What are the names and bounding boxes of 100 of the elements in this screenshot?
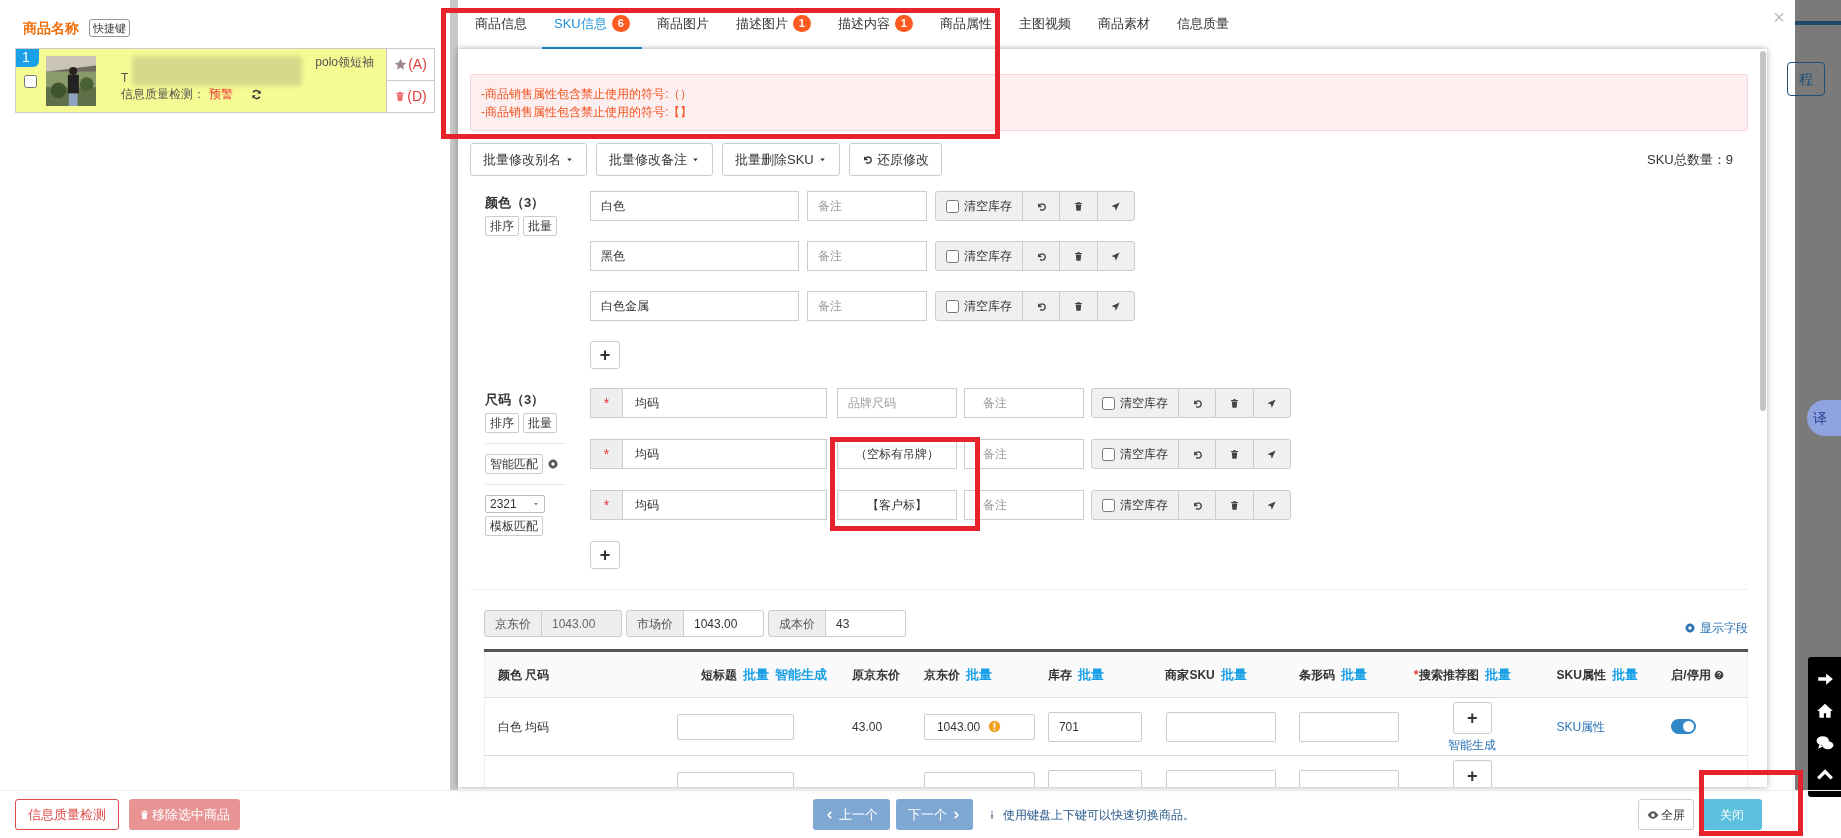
tab[interactable]: 商品信息	[463, 0, 539, 49]
checkbox[interactable]	[1102, 447, 1115, 461]
sku-attribute-link[interactable]: SKU属性	[1556, 717, 1606, 736]
add-image-button[interactable]: +	[1452, 702, 1492, 734]
checkbox-label[interactable]: 清空库存	[1120, 445, 1168, 463]
merchant-sku-field[interactable]	[1165, 711, 1276, 742]
trash-icon	[1229, 499, 1240, 511]
add-image-button[interactable]: +	[1452, 760, 1492, 787]
sort-button[interactable]: 排序	[485, 413, 519, 433]
tab[interactable]: 描述图片 1	[723, 0, 823, 49]
tab[interactable]: 信息质量	[1164, 0, 1241, 49]
toolbar-button[interactable]: 还原修改	[848, 143, 942, 176]
brand-size-field[interactable]: 【客户标】	[837, 490, 957, 520]
column-header: 商家SKU 批量	[1152, 664, 1287, 685]
tab[interactable]: 商品图片	[644, 0, 721, 49]
sku-count: SKU总数量：9	[1647, 150, 1733, 169]
toolbar-button[interactable]: 批量修改别名	[470, 143, 587, 176]
home-icon[interactable]	[1815, 702, 1834, 720]
tab[interactable]: 主图视频	[1006, 0, 1083, 49]
value-field[interactable]: 白色金属	[590, 291, 799, 321]
checkbox[interactable]	[946, 199, 959, 213]
add-button[interactable]: +	[590, 341, 620, 369]
column-header: 原京东价	[851, 666, 902, 684]
value-field[interactable]: 白色	[590, 191, 799, 221]
alert-message: -商品销售属性包含禁止使用的符号:（）	[481, 86, 694, 103]
caret-icon	[691, 155, 700, 164]
price-label: 京东价	[484, 610, 542, 637]
column-header: *搜索推荐图 批量	[1400, 664, 1544, 685]
price-label: 成本价	[768, 610, 826, 637]
attribute-title: 颜色（3）	[485, 194, 546, 212]
toggle-switch[interactable]	[1671, 719, 1697, 734]
toolbar-button[interactable]: 批量修改备注	[596, 143, 713, 176]
undo-icon	[1035, 200, 1047, 212]
generate-link[interactable]: 智能生成	[1448, 736, 1497, 754]
checkbox-label[interactable]: 清空库存	[964, 197, 1012, 215]
price-field[interactable]: 1043.00	[923, 713, 1035, 740]
note-field[interactable]: 备注	[964, 388, 1084, 418]
delete-button[interactable]: (D)	[387, 80, 434, 112]
price-field[interactable]: 1043.00	[684, 610, 764, 637]
send-icon	[1266, 397, 1278, 409]
checkbox[interactable]	[24, 75, 37, 88]
quality-check-button[interactable]: 信息质量检测	[15, 799, 119, 830]
checkbox-label[interactable]: 清空库存	[1120, 394, 1168, 412]
shortcut-button[interactable]: 快捷键	[89, 19, 130, 37]
stock-field[interactable]: 701	[1047, 711, 1142, 742]
checkbox-label[interactable]: 清空库存	[964, 247, 1012, 265]
note-field[interactable]: 备注	[807, 191, 927, 221]
checkbox[interactable]	[946, 299, 959, 313]
price-label: 市场价	[626, 610, 684, 637]
trash-icon	[1229, 448, 1240, 460]
tab[interactable]: 商品素材	[1085, 0, 1162, 49]
batch-button[interactable]: 批量	[523, 413, 557, 433]
smart-match-button[interactable]: 智能匹配	[485, 454, 543, 474]
product-card[interactable]: 1 polo领短袖 T 信息质量检测： 预警 (A) (D)	[15, 48, 435, 113]
brand-size-field[interactable]: （空标有吊牌）	[837, 439, 957, 469]
price-field[interactable]: 43	[826, 610, 906, 637]
favorite-button[interactable]: (A)	[387, 49, 434, 81]
template-select[interactable]: 2321	[485, 495, 545, 513]
batch-button[interactable]: 批量	[523, 216, 557, 236]
tab[interactable]: 商品属性	[927, 0, 1004, 49]
chat-icon[interactable]	[1815, 734, 1834, 752]
show-fields-link[interactable]: 显示字段	[1684, 619, 1748, 637]
value-field[interactable]: 均码	[623, 490, 827, 520]
eye-icon	[1647, 808, 1659, 821]
warning-icon	[988, 720, 1002, 733]
note-field[interactable]: 备注	[807, 291, 927, 321]
toolbar-button[interactable]: 批量删除SKU	[722, 143, 840, 176]
column-header: SKU属性 批量	[1543, 664, 1659, 685]
short-title-field[interactable]	[676, 713, 794, 740]
required-mark: *	[590, 439, 623, 469]
checkbox-label[interactable]: 清空库存	[1120, 496, 1168, 514]
template-match-button[interactable]: 模板匹配	[485, 516, 543, 536]
send-icon	[1110, 250, 1122, 262]
value-field[interactable]: 黑色	[590, 241, 799, 271]
count-badge: 1	[894, 15, 913, 32]
trash-icon	[394, 89, 407, 103]
trash-icon	[1073, 300, 1084, 312]
checkbox-label[interactable]: 清空库存	[964, 297, 1012, 315]
note-field[interactable]: 备注	[964, 490, 1084, 520]
tab[interactable]: 描述内容 1	[825, 0, 925, 49]
checkbox[interactable]	[946, 249, 959, 263]
barcode-field[interactable]	[1299, 711, 1400, 742]
column-header: 短标题 批量 智能生成	[644, 664, 840, 685]
checkbox[interactable]	[1102, 396, 1115, 410]
translate-button[interactable]: 译	[1807, 400, 1841, 436]
note-field[interactable]: 备注	[964, 439, 1084, 469]
star-icon	[394, 57, 408, 71]
required-mark: *	[1413, 666, 1419, 684]
fullscreen-button[interactable]: 全屏	[1638, 799, 1694, 830]
add-button[interactable]: +	[590, 541, 620, 569]
value-field[interactable]: 均码	[623, 439, 827, 469]
scrollbar-thumb[interactable]	[1760, 51, 1766, 411]
note-field[interactable]: 备注	[807, 241, 927, 271]
index-badge: 1	[16, 49, 39, 67]
scrollbar[interactable]	[450, 0, 458, 790]
value-field[interactable]: 均码	[623, 388, 827, 418]
checkbox[interactable]	[1102, 498, 1115, 512]
brand-size-field[interactable]: 品牌尺码	[837, 388, 957, 418]
undo-icon	[1191, 499, 1203, 511]
sort-button[interactable]: 排序	[485, 216, 519, 236]
